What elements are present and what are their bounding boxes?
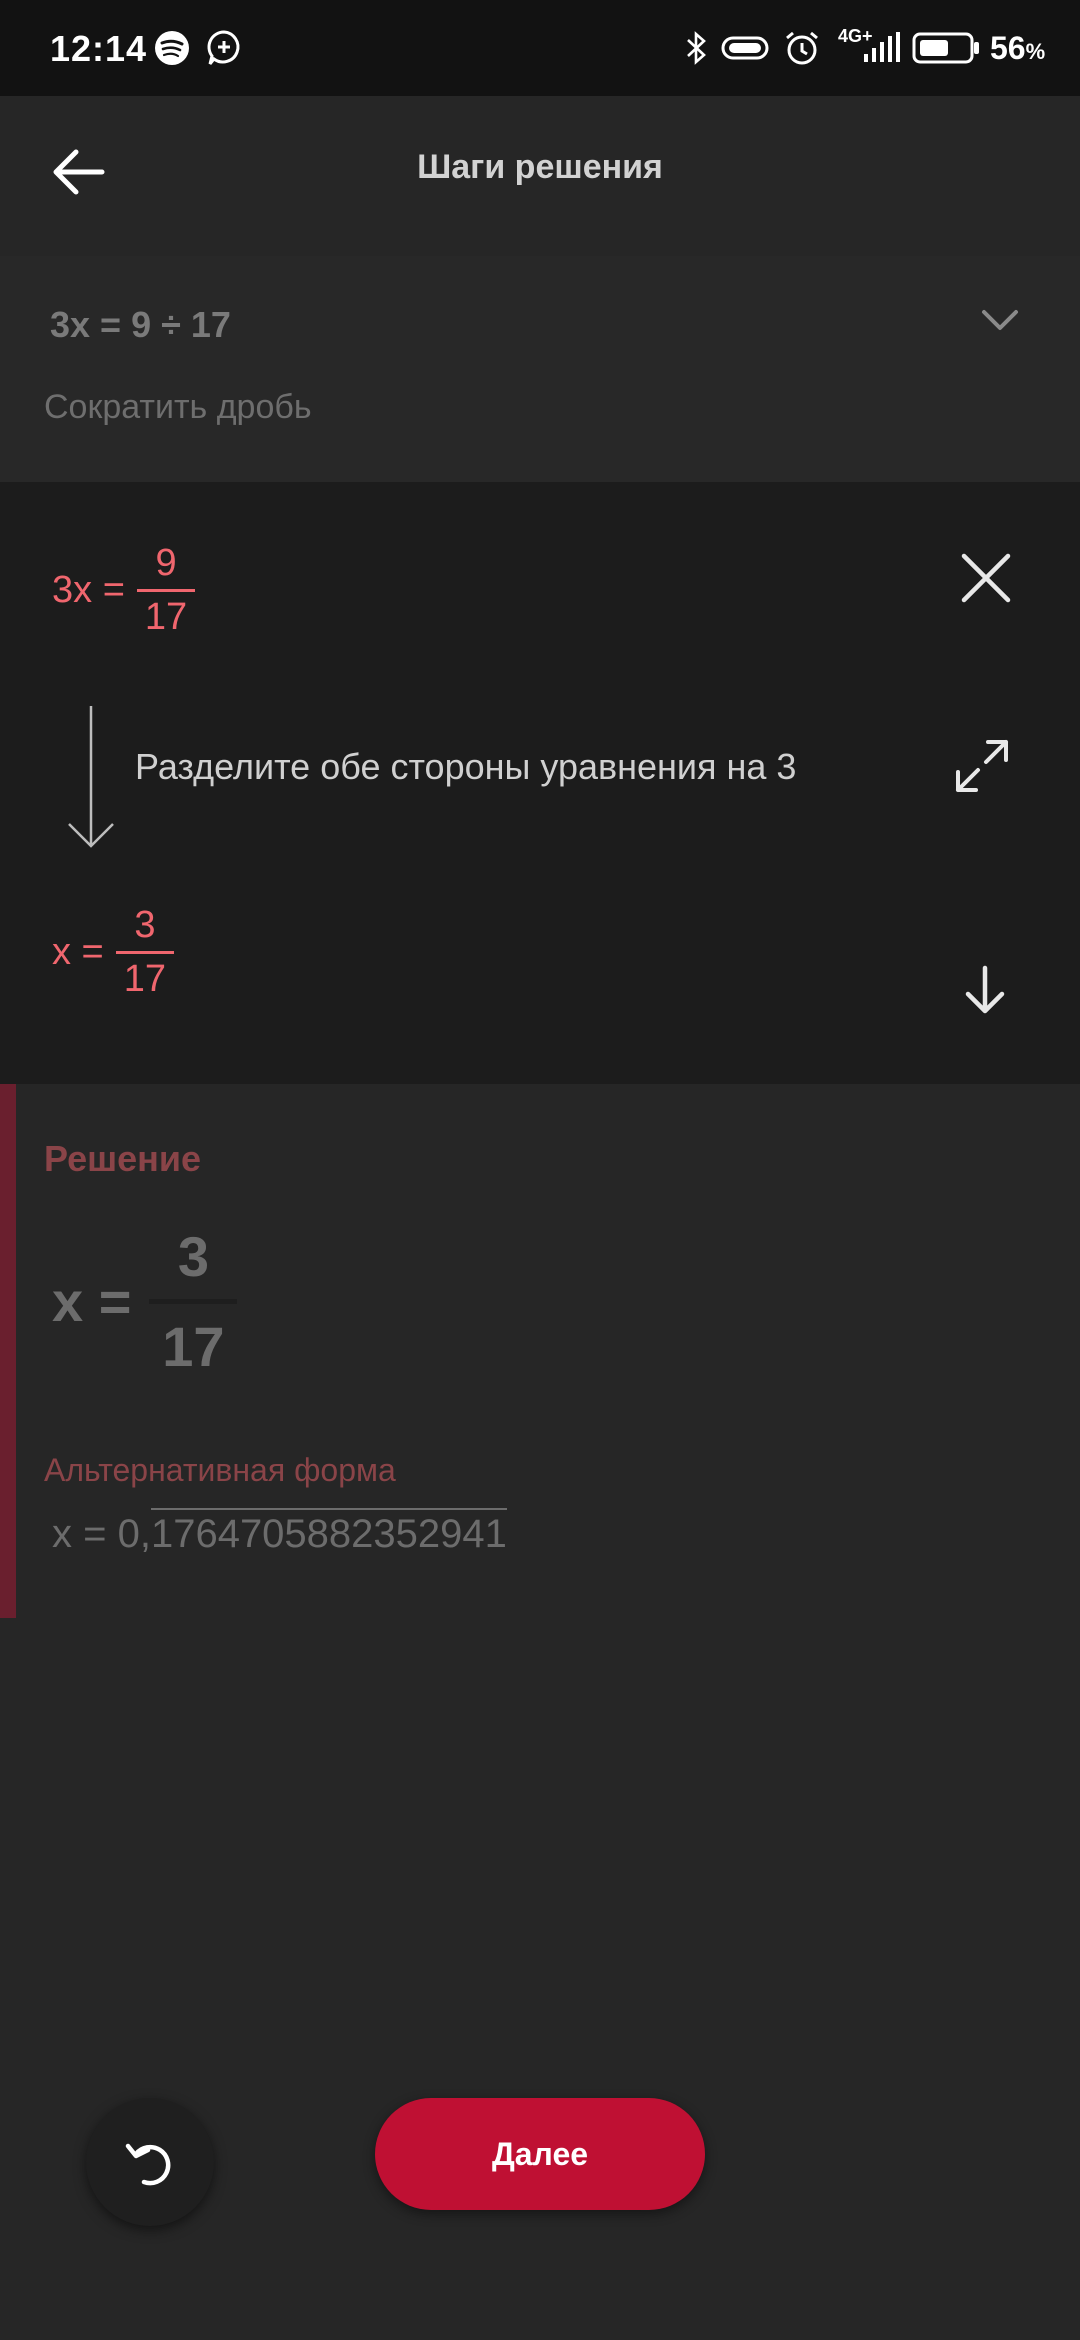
status-time: 12:14 <box>50 28 148 69</box>
from-denominator: 17 <box>144 596 188 638</box>
step-description: Сократить дробь <box>44 388 312 426</box>
messenger-icon <box>207 30 240 65</box>
battery-level: 56% <box>990 30 1046 66</box>
from-lhs: 3x = <box>52 569 125 611</box>
spotify-icon <box>155 31 189 65</box>
from-equation: 3x = 9 17 <box>52 542 196 639</box>
app-header: Шаги решения <box>0 96 1080 256</box>
chevron-down-icon[interactable] <box>976 296 1024 344</box>
solution-denominator: 17 <box>162 1315 225 1378</box>
alarm-icon <box>786 31 818 65</box>
expand-icon[interactable] <box>954 738 1010 794</box>
step-arrow-icon <box>68 706 114 848</box>
solution-numerator: 3 <box>177 1225 209 1288</box>
from-fraction: 9 17 <box>136 542 196 639</box>
battery-icon <box>912 32 979 64</box>
from-numerator: 9 <box>155 542 177 584</box>
to-denominator: 17 <box>123 958 167 1000</box>
to-equation: x = 3 17 <box>52 904 175 1001</box>
arrow-down-icon[interactable] <box>962 964 1008 1016</box>
bluetooth-icon <box>687 31 706 65</box>
undo-button[interactable] <box>86 2098 214 2226</box>
step-detail-panel: 3x = 9 17 Разделите обе стороны уравнени… <box>0 482 1080 1084</box>
signal-icon <box>864 32 900 62</box>
undo-icon <box>125 2143 171 2186</box>
alt-prefix: x = 0, <box>52 1512 151 1556</box>
status-bar: 12:14 4G+ 56% <box>0 0 1080 96</box>
solution-accent-bar <box>0 1084 16 1618</box>
alt-repeating-digits: 1764705882352941 <box>150 1508 507 1556</box>
to-lhs: x = <box>52 931 104 973</box>
to-fraction: 3 17 <box>115 904 175 1001</box>
solution-fraction: 3 17 <box>149 1224 238 1379</box>
to-numerator: 3 <box>134 904 156 946</box>
step-instruction: Разделите обе стороны уравнения на 3 <box>135 746 797 787</box>
solution-lhs: x = <box>52 1270 132 1333</box>
page-title: Шаги решения <box>417 148 663 186</box>
data-saver-icon <box>721 36 769 60</box>
alternative-form-label: Альтернативная форма <box>44 1452 396 1488</box>
step-equation: 3x = 9 ÷ 17 <box>50 304 231 345</box>
next-button[interactable]: Далее <box>375 2098 705 2210</box>
alternative-form-value: x = 0,1764705882352941 <box>52 1508 507 1557</box>
step-card[interactable]: 3x = 9 ÷ 17 Сократить дробь <box>0 256 1080 482</box>
solution-equation: x = 3 17 <box>52 1224 238 1379</box>
solution-section: Решение x = 3 17 Альтернативная форма x … <box>0 1084 1080 1618</box>
close-icon[interactable] <box>956 548 1016 608</box>
solution-title: Решение <box>44 1138 202 1179</box>
